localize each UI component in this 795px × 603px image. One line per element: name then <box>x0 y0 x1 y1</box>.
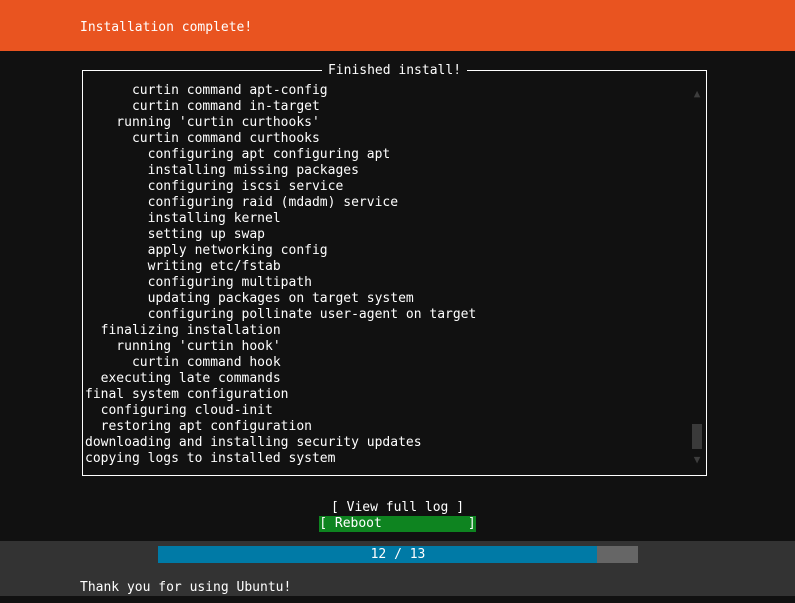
log-line: setting up swap <box>85 227 266 242</box>
log-line: configuring raid (mdadm) service <box>85 195 399 210</box>
log-line: downloading and installing security upda… <box>85 435 422 450</box>
log-line: updating packages on target system <box>85 291 414 306</box>
log-line: curtin command hook <box>85 355 281 370</box>
progress-bar-label: 12 / 13 <box>370 547 426 562</box>
view-full-log-button[interactable]: [ View full log ] <box>331 500 464 516</box>
log-line: curtin command curthooks <box>85 131 320 146</box>
header-bar: Installation complete! <box>0 0 795 51</box>
log-line: copying logs to installed system <box>85 451 336 466</box>
log-line: executing late commands <box>85 371 281 386</box>
log-line: installing missing packages <box>85 163 359 178</box>
install-log-panel: curtin command apt-config curtin command… <box>82 70 707 476</box>
page-title: Installation complete! <box>80 20 253 35</box>
reboot-button[interactable]: [ Reboot ] <box>319 516 476 532</box>
log-line: installing kernel <box>85 211 281 226</box>
log-line: apply networking config <box>85 243 328 258</box>
bottom-strip <box>0 596 795 603</box>
log-line: configuring multipath <box>85 275 312 290</box>
log-line: final system configuration <box>85 387 289 402</box>
log-line: configuring cloud-init <box>85 403 273 418</box>
log-line: finalizing installation <box>85 323 281 338</box>
log-line: restoring apt configuration <box>85 419 312 434</box>
button-group: [ View full log ] [ Reboot ] <box>0 500 795 532</box>
log-line: curtin command in-target <box>85 99 320 114</box>
install-log-lines: curtin command apt-config curtin command… <box>83 83 683 467</box>
log-line: configuring iscsi service <box>85 179 344 194</box>
scroll-down-arrow-icon[interactable]: ▼ <box>690 453 704 467</box>
log-line: running 'curtin curthooks' <box>85 115 320 130</box>
progress-bar: 12 / 13 <box>158 546 638 563</box>
log-line: writing etc/fstab <box>85 259 281 274</box>
footer-message: Thank you for using Ubuntu! <box>80 580 292 595</box>
installer-screen: Installation complete! curtin command ap… <box>0 0 795 603</box>
log-line: curtin command apt-config <box>85 83 328 98</box>
log-line: running 'curtin hook' <box>85 339 281 354</box>
log-scrollbar[interactable]: ▲ ▼ <box>690 73 704 473</box>
log-line: configuring pollinate user-agent on targ… <box>85 307 477 322</box>
scrollbar-thumb[interactable] <box>692 424 702 449</box>
log-line: configuring apt configuring apt <box>85 147 391 162</box>
scroll-up-arrow-icon[interactable]: ▲ <box>690 87 704 101</box>
